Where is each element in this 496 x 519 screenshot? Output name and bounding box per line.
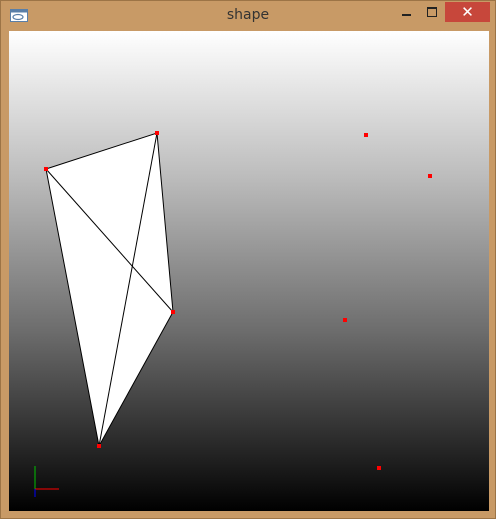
control-point[interactable]	[364, 133, 368, 137]
shape-face	[45, 132, 174, 448]
control-point[interactable]	[428, 174, 432, 178]
render-viewport[interactable]	[9, 31, 489, 511]
control-point[interactable]	[171, 310, 175, 314]
control-point[interactable]	[97, 444, 101, 448]
control-point[interactable]	[155, 131, 159, 135]
minimize-button[interactable]	[393, 2, 419, 22]
app-window: shape ✕	[0, 0, 496, 519]
shape-mesh[interactable]	[45, 132, 174, 448]
control-point[interactable]	[377, 466, 381, 470]
maximize-icon	[427, 7, 437, 17]
minimize-icon	[401, 14, 411, 16]
control-point[interactable]	[44, 167, 48, 171]
control-point[interactable]	[343, 318, 347, 322]
title-bar[interactable]: shape ✕	[1, 1, 495, 31]
axes-icon	[34, 466, 59, 497]
scene-canvas[interactable]	[9, 31, 489, 511]
close-button[interactable]: ✕	[445, 2, 490, 22]
close-icon: ✕	[461, 3, 474, 21]
maximize-button[interactable]	[419, 2, 445, 22]
